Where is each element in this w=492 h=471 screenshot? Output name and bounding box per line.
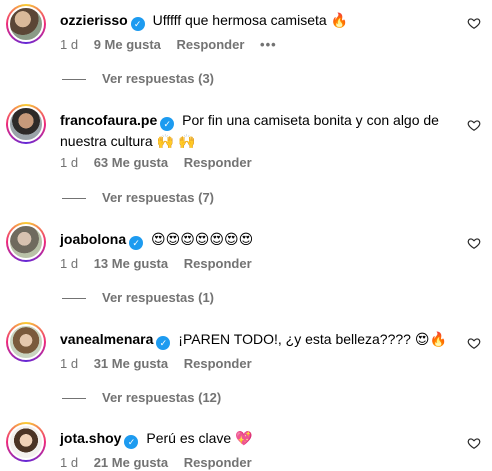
view-replies-label: Ver respuestas (1) xyxy=(102,290,215,305)
username[interactable]: vanealmenara xyxy=(60,331,153,347)
reply-button[interactable]: Responder xyxy=(184,256,252,271)
reply-button[interactable]: Responder xyxy=(184,356,252,371)
replies-divider xyxy=(62,79,86,81)
replies-divider xyxy=(62,398,86,400)
view-replies-label: Ver respuestas (12) xyxy=(102,390,222,405)
comment-text: Perú es clave xyxy=(146,430,232,446)
view-replies-button[interactable]: Ver respuestas (7) xyxy=(62,190,214,206)
verified-badge-icon: ✓ xyxy=(160,117,175,131)
username[interactable]: francofaura.pe xyxy=(60,112,157,128)
comment-emoji: 😍🔥 xyxy=(414,332,447,348)
verified-badge-icon: ✓ xyxy=(130,17,145,31)
comment-meta: 1 d 63 Me gusta Responder xyxy=(60,155,264,171)
comment-body: francofaura.pe ✓ Por fin una camiseta bon… xyxy=(60,110,440,152)
view-replies-button[interactable]: Ver respuestas (12) xyxy=(62,390,221,406)
reply-button[interactable]: Responder xyxy=(184,155,252,170)
comment-emoji: 😍😍😍😍😍😍😍 xyxy=(151,232,254,248)
avatar[interactable] xyxy=(6,222,46,262)
reply-button[interactable]: Responder xyxy=(184,455,252,470)
heart-outline-icon[interactable] xyxy=(467,118,481,132)
comment-age: 1 d xyxy=(60,155,79,170)
username[interactable]: joabolona xyxy=(60,231,126,247)
view-replies-button[interactable]: Ver respuestas (3) xyxy=(62,71,214,87)
comment-meta: 1 d 21 Me gusta Responder xyxy=(60,455,264,471)
comment-age: 1 d xyxy=(60,256,79,271)
replies-divider xyxy=(62,298,86,300)
more-options-button[interactable]: ••• xyxy=(260,37,277,52)
avatar[interactable] xyxy=(6,4,46,44)
comment-age: 1 d xyxy=(60,455,79,470)
likes-count[interactable]: 9 Me gusta xyxy=(94,37,161,52)
comment-text: Ufffff que hermosa camiseta xyxy=(152,12,327,28)
username[interactable]: ozzierisso xyxy=(60,12,128,28)
view-replies-label: Ver respuestas (3) xyxy=(102,71,215,86)
reply-button[interactable]: Responder xyxy=(177,37,245,52)
comment-body: vanealmenara ✓ ¡PAREN TODO!, ¿y esta bell… xyxy=(60,329,460,350)
likes-count[interactable]: 31 Me gusta xyxy=(94,356,168,371)
likes-count[interactable]: 21 Me gusta xyxy=(94,455,168,470)
comment-age: 1 d xyxy=(60,356,79,371)
avatar[interactable] xyxy=(6,104,46,144)
comment-emoji: 💖 xyxy=(235,431,253,447)
comment-body: ozzierisso ✓ Ufffff que hermosa camiseta … xyxy=(60,10,460,31)
comment-emoji: 🔥 xyxy=(330,13,348,29)
verified-badge-icon: ✓ xyxy=(156,336,171,350)
avatar[interactable] xyxy=(6,322,46,362)
heart-outline-icon[interactable] xyxy=(467,336,481,350)
likes-count[interactable]: 13 Me gusta xyxy=(94,256,168,271)
comment-meta: 1 d 31 Me gusta Responder xyxy=(60,356,264,372)
verified-badge-icon: ✓ xyxy=(129,236,144,250)
comment-body: joabolona ✓ 😍😍😍😍😍😍😍 xyxy=(60,229,460,250)
comment-body: jota.shoy ✓ Perú es clave 💖 xyxy=(60,428,460,449)
comment-age: 1 d xyxy=(60,37,79,52)
comment-meta: 1 d 13 Me gusta Responder xyxy=(60,256,264,272)
heart-outline-icon[interactable] xyxy=(467,16,481,30)
username[interactable]: jota.shoy xyxy=(60,430,121,446)
comment-emoji: 🙌 🙌 xyxy=(156,134,196,150)
comment-text: ¡PAREN TODO!, ¿y esta belleza???? xyxy=(178,331,411,347)
heart-outline-icon[interactable] xyxy=(467,236,481,250)
comment-meta: 1 d 9 Me gusta Responder ••• xyxy=(60,37,289,53)
verified-badge-icon: ✓ xyxy=(124,435,139,449)
replies-divider xyxy=(62,198,86,200)
likes-count[interactable]: 63 Me gusta xyxy=(94,155,168,170)
avatar[interactable] xyxy=(6,422,46,462)
view-replies-label: Ver respuestas (7) xyxy=(102,190,215,205)
heart-outline-icon[interactable] xyxy=(467,436,481,450)
view-replies-button[interactable]: Ver respuestas (1) xyxy=(62,290,214,306)
